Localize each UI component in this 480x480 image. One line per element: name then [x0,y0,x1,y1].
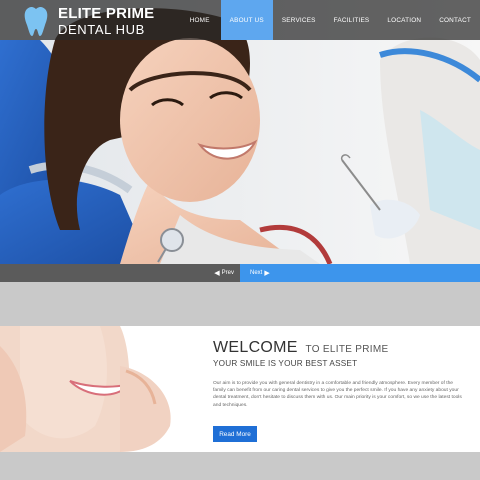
nav-item-about-us[interactable]: ABOUT US [220,0,273,40]
read-more-button[interactable]: Read More [213,426,257,442]
next-button[interactable]: Next ▶ [240,264,480,282]
brand-line1: ELITE PRIME [58,5,155,22]
nav-item-home[interactable]: HOME [181,0,219,40]
arrow-left-icon: ◀ [214,270,220,277]
welcome-subtitle: YOUR SMILE IS YOUR BEST ASSET [213,359,358,368]
welcome-section: WELCOME TO ELITE PRIME YOUR SMILE IS YOU… [0,326,480,452]
hero-slider: ELITE PRIME DENTAL HUB HOME ABOUT US SER… [0,0,480,264]
welcome-body: Our aim is to provide you with general d… [213,381,462,408]
slider-controls: ◀ Prev Next ▶ [0,264,480,282]
smiling-woman-image [0,326,196,452]
welcome-title-main: WELCOME [213,339,298,356]
brand-logo[interactable]: ELITE PRIME DENTAL HUB [22,5,154,37]
next-label: Next [250,270,263,276]
nav-item-services[interactable]: SERVICES [273,0,325,40]
arrow-right-icon: ▶ [264,270,270,277]
nav-item-contact[interactable]: CONTACT [430,0,480,40]
main-nav: HOME ABOUT US SERVICES FACILITIES LOCATI… [181,0,480,40]
prev-label: Prev [221,270,234,276]
welcome-title-secondary: TO ELITE PRIME [305,344,389,355]
header-bar: ELITE PRIME DENTAL HUB HOME ABOUT US SER… [0,0,480,40]
nav-item-location[interactable]: LOCATION [378,0,430,40]
brand-line2: DENTAL HUB [58,22,145,37]
welcome-title: WELCOME TO ELITE PRIME [213,340,463,356]
welcome-content: WELCOME TO ELITE PRIME YOUR SMILE IS YOU… [213,340,463,442]
tooth-icon [24,6,48,36]
prev-button[interactable]: ◀ Prev [0,264,240,282]
nav-item-facilities[interactable]: FACILITIES [325,0,379,40]
